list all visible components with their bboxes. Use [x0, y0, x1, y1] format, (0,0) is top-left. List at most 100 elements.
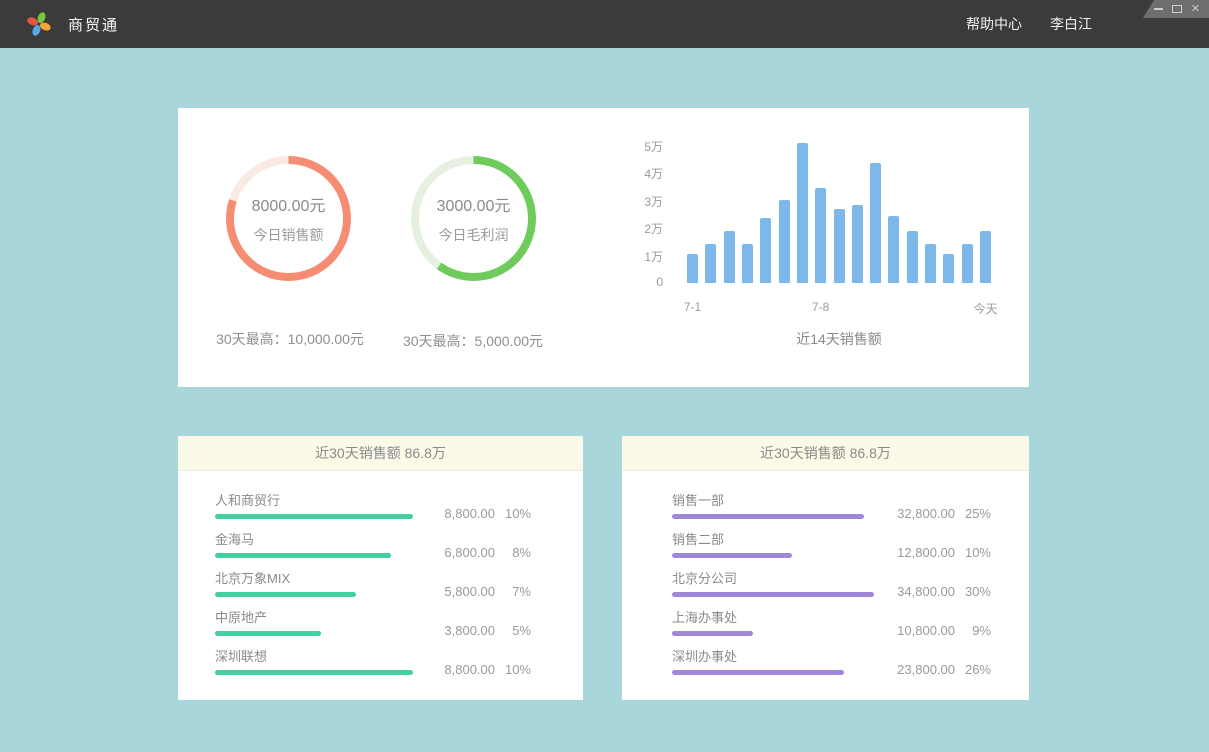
- chart-bar: [705, 244, 716, 283]
- ranking-row-percent: 9%: [955, 623, 991, 638]
- bar-chart-xaxis: 7-17-8今天: [687, 300, 991, 316]
- ranking-row-bar: [215, 670, 413, 675]
- y-tick-label: 2万: [608, 220, 663, 237]
- close-icon[interactable]: ✕: [1191, 4, 1200, 15]
- user-menu[interactable]: 李白江: [1050, 14, 1092, 34]
- overview-card: 8000.00元 今日销售额 30天最高：10,000.00元 3000.00元…: [178, 108, 1029, 387]
- ranking-row-bar: [672, 670, 844, 675]
- ranking-row-percent: 5%: [495, 623, 531, 638]
- ranking-row: 人和商贸行8,800.0010%: [215, 493, 531, 532]
- ranking-row-amount: 12,800.00: [881, 545, 955, 560]
- ranking-row-percent: 10%: [495, 506, 531, 521]
- chart-bar: [760, 218, 771, 283]
- chart-bar: [852, 205, 863, 283]
- ranking-row-amount: 10,800.00: [881, 623, 955, 638]
- maximize-icon[interactable]: [1172, 5, 1182, 13]
- chart-bar: [834, 209, 845, 283]
- ranking-row-values: 8,800.0010%: [421, 662, 531, 677]
- ranking-row-percent: 8%: [495, 545, 531, 560]
- today-profit-label: 今日毛利润: [439, 225, 509, 245]
- today-profit-donut-center: 3000.00元 今日毛利润: [419, 164, 528, 273]
- chart-bar: [742, 244, 753, 283]
- ranking-row: 深圳联想8,800.0010%: [215, 649, 531, 688]
- chart-bar: [907, 231, 918, 283]
- ranking-row-bar: [672, 631, 753, 636]
- x-tick-label: 7-8: [812, 300, 829, 314]
- minimize-icon[interactable]: [1154, 8, 1163, 10]
- chart-bar: [943, 254, 954, 283]
- ranking-row-values: 5,800.007%: [421, 584, 531, 599]
- today-sales-value: 8000.00元: [252, 192, 326, 216]
- ranking-row: 销售一部32,800.0025%: [672, 493, 991, 532]
- x-tick-label: 7-1: [684, 300, 701, 314]
- ranking-row-bar: [672, 514, 864, 519]
- chart-bar: [870, 163, 881, 283]
- bar-chart-caption: 近14天销售额: [687, 329, 991, 349]
- chart-bar: [962, 244, 973, 283]
- today-profit-value: 3000.00元: [437, 192, 511, 216]
- bar-chart-bars: [687, 145, 991, 283]
- customer-ranking-card: 近30天销售额 86.8万 人和商贸行8,800.0010%金海马6,800.0…: [178, 436, 583, 700]
- ranking-row-amount: 34,800.00: [881, 584, 955, 599]
- window-controls: ✕: [1143, 0, 1209, 18]
- chart-bar: [815, 188, 826, 283]
- today-sales-donut-center: 8000.00元 今日销售额: [234, 164, 343, 273]
- today-sales-donut: 8000.00元 今日销售额: [226, 156, 351, 281]
- help-center-link[interactable]: 帮助中心: [966, 14, 1022, 34]
- ranking-row-bar: [215, 631, 321, 636]
- ranking-row: 深圳办事处23,800.0026%: [672, 649, 991, 688]
- ranking-row-values: 34,800.0030%: [881, 584, 991, 599]
- customer-ranking-title: 近30天销售额 86.8万: [178, 436, 583, 471]
- ranking-row-amount: 32,800.00: [881, 506, 955, 521]
- ranking-row-amount: 8,800.00: [421, 662, 495, 677]
- ranking-row-percent: 26%: [955, 662, 991, 677]
- department-ranking-rows: 销售一部32,800.0025%销售二部12,800.0010%北京分公司34,…: [622, 471, 1029, 688]
- chart-bar: [687, 254, 698, 283]
- chart-bar: [888, 216, 899, 283]
- chart-bar: [797, 143, 808, 283]
- ranking-row-bar: [215, 514, 413, 519]
- ranking-row-amount: 3,800.00: [421, 623, 495, 638]
- chart-bar: [980, 231, 991, 283]
- ranking-row-values: 12,800.0010%: [881, 545, 991, 560]
- y-tick-label: 5万: [608, 138, 663, 155]
- ranking-row: 北京分公司34,800.0030%: [672, 571, 991, 610]
- today-profit-30d-max: 30天最高：5,000.00元: [363, 331, 583, 351]
- titlebar: 商贸通 帮助中心 李白江 ✕: [0, 0, 1209, 48]
- ranking-row-values: 10,800.009%: [881, 623, 991, 638]
- ranking-row-values: 6,800.008%: [421, 545, 531, 560]
- ranking-row-amount: 5,800.00: [421, 584, 495, 599]
- chart-bar: [724, 231, 735, 283]
- department-ranking-card: 近30天销售额 86.8万 销售一部32,800.0025%销售二部12,800…: [622, 436, 1029, 700]
- today-sales-label: 今日销售额: [254, 225, 324, 245]
- ranking-row-percent: 10%: [495, 662, 531, 677]
- chart-bar: [779, 200, 790, 283]
- y-tick-label: 4万: [608, 165, 663, 182]
- ranking-row-bar: [215, 553, 391, 558]
- ranking-row: 销售二部12,800.0010%: [672, 532, 991, 571]
- x-tick-label: 今天: [973, 300, 997, 317]
- ranking-row: 上海办事处10,800.009%: [672, 610, 991, 649]
- ranking-row-percent: 25%: [955, 506, 991, 521]
- today-profit-donut: 3000.00元 今日毛利润: [411, 156, 536, 281]
- ranking-row-values: 3,800.005%: [421, 623, 531, 638]
- ranking-row-amount: 8,800.00: [421, 506, 495, 521]
- bar-chart-yaxis: 5万 4万 3万 2万 1万 0: [608, 108, 663, 308]
- chart-bar: [925, 244, 936, 283]
- y-tick-label: 0: [608, 275, 663, 289]
- y-tick-label: 1万: [608, 248, 663, 265]
- ranking-row: 中原地产3,800.005%: [215, 610, 531, 649]
- ranking-row-values: 8,800.0010%: [421, 506, 531, 521]
- ranking-row-bar: [672, 592, 874, 597]
- ranking-row-percent: 7%: [495, 584, 531, 599]
- ranking-row-bar: [672, 553, 792, 558]
- ranking-row-percent: 30%: [955, 584, 991, 599]
- y-tick-label: 3万: [608, 193, 663, 210]
- app-title: 商贸通: [68, 14, 119, 35]
- ranking-row: 北京万象MIX5,800.007%: [215, 571, 531, 610]
- app-logo-pinwheel-icon: [24, 9, 54, 39]
- ranking-row-values: 32,800.0025%: [881, 506, 991, 521]
- ranking-row-amount: 23,800.00: [881, 662, 955, 677]
- ranking-row-amount: 6,800.00: [421, 545, 495, 560]
- customer-ranking-rows: 人和商贸行8,800.0010%金海马6,800.008%北京万象MIX5,80…: [178, 471, 583, 688]
